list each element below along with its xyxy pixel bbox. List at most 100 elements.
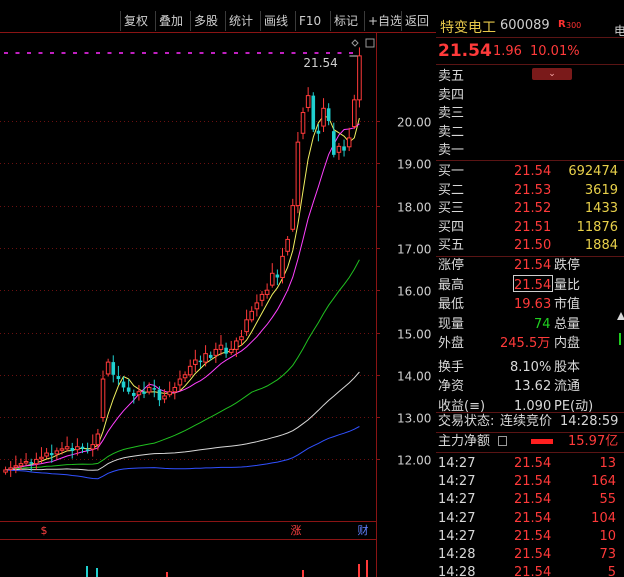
draw-line-button[interactable]: 画线 [260, 11, 291, 31]
candle-body [326, 108, 331, 121]
ask-row: 卖四 [436, 86, 624, 105]
back-button[interactable]: 返回 [401, 11, 432, 31]
f10-button[interactable]: F10 [295, 11, 324, 31]
volume-bar [86, 566, 88, 577]
signal-dot [15, 52, 20, 54]
overlay-button[interactable]: 叠加 [155, 11, 186, 31]
tick-volume: 73 [599, 547, 616, 562]
candle-body [177, 378, 183, 386]
signal-dot [27, 52, 31, 54]
candle-body [64, 446, 70, 450]
candle-body [13, 465, 19, 468]
candle-body [254, 302, 260, 310]
add-watchlist-button[interactable]: +自选 [364, 11, 405, 31]
stock-code: 600089 [500, 18, 550, 33]
stat-lt-label: 流通 [554, 379, 581, 394]
y-tick-label: 17.00 [397, 243, 431, 257]
candle-body [269, 272, 275, 286]
signal-dot [291, 52, 296, 54]
tick-price: 21.54 [514, 528, 552, 544]
signal-dot [268, 52, 273, 54]
bid-row: 买二 21.53 3619 [436, 181, 624, 200]
stat-dt-label: 跌停 [554, 258, 581, 273]
tick-row: 14:27 21.54 10 [436, 527, 624, 546]
mark-button[interactable]: 标记 [330, 11, 361, 31]
flow-bar [531, 439, 553, 444]
candle-body [3, 469, 8, 473]
candle-body [290, 205, 296, 230]
tick-row: 14:28 21.54 73 [436, 545, 624, 564]
volume-inner-edge [619, 333, 621, 345]
tick-time: 14:27 [438, 510, 476, 526]
ma-line [5, 259, 360, 471]
list-icon[interactable] [498, 436, 507, 446]
event-marker: 财 [358, 523, 369, 537]
signal-dot [119, 52, 123, 54]
tick-time: 14:27 [438, 456, 476, 471]
signal-dot [153, 52, 158, 54]
main-flow-value: 15.97亿 [568, 434, 619, 449]
fuquan-button[interactable]: 复权 [120, 11, 151, 31]
volume-bar [166, 572, 168, 577]
quote-panel: 特变电工 600089 R 300 电 21.54 1.96 10.01% ⌄ … [436, 0, 624, 577]
signal-dot [337, 52, 342, 54]
tick-price: 21.54 [514, 456, 552, 471]
candle-body [152, 388, 157, 390]
stock-name: 特变电工 [440, 20, 496, 36]
stat-row: 净资 13.62 流通 [436, 377, 624, 396]
y-tick-label: 20.00 [397, 116, 431, 130]
candle-body [23, 461, 29, 464]
ask-row: 卖五 [436, 67, 624, 86]
signal-dot [199, 52, 204, 54]
candle-body [85, 449, 90, 451]
tick-volume: 164 [591, 474, 616, 490]
ask-label: 卖五 [438, 69, 465, 84]
y-tick-label: 18.00 [397, 201, 431, 215]
diamond-icon [351, 39, 359, 47]
tick-volume: 13 [599, 456, 616, 471]
tick-time: 14:28 [438, 565, 476, 577]
ma-line [5, 115, 360, 471]
bid-row: 买一 21.54 692474 [436, 162, 624, 181]
statistics-button[interactable]: 统计 [225, 11, 256, 31]
stat-row: 涨停 21.54 跌停 [436, 256, 624, 275]
tick-row: 14:27 21.54 55 [436, 490, 624, 509]
bid-price: 21.53 [514, 182, 552, 198]
stat-row: 现量 74 总量 [436, 315, 624, 334]
stat-zg-label: 最高 [438, 277, 465, 293]
window-icon [365, 38, 375, 48]
candle-body [218, 344, 224, 350]
candle-body [234, 340, 239, 350]
signal-dot [234, 52, 238, 54]
candle-body [39, 456, 44, 460]
kline-chart[interactable]: 20.00 19.00 18.00 17.00 16.00 15.00 14.00 13.00… [0, 0, 436, 577]
stat-hs: 8.10% [510, 359, 552, 375]
ask-label: 卖一 [438, 143, 465, 158]
tick-volume: 5 [607, 565, 616, 577]
ask-label: 卖三 [438, 106, 465, 121]
candle-body [54, 450, 60, 455]
volume-bar [96, 568, 98, 577]
ask-label: 卖二 [438, 124, 465, 140]
multi-stock-button[interactable]: 多股 [190, 11, 221, 31]
candle-body [305, 95, 311, 108]
candle-body [331, 131, 336, 155]
triangle-icon [617, 312, 624, 320]
bid-row: 买五 21.50 1884 [436, 236, 624, 255]
stat-lb-label: 量比 [554, 277, 581, 293]
ask-row: 卖一 [436, 141, 624, 160]
tick-row: 14:27 21.54 164 [436, 472, 624, 491]
candle-body [239, 336, 244, 341]
candle-body [95, 433, 101, 446]
candle-body [116, 376, 121, 380]
tick-price: 21.54 [514, 565, 552, 577]
signal-dot [303, 52, 307, 54]
signal-dot [107, 52, 112, 54]
signal-dot [130, 52, 135, 54]
signal-dot [176, 52, 181, 54]
signal-dot [38, 52, 43, 54]
chart-toolbar: 复权 叠加 多股 统计 画线 F10 标记 +自选 返回 [0, 0, 436, 32]
candle-body [105, 361, 111, 375]
tick-time: 14:28 [438, 547, 476, 562]
bid-volume: 3619 [584, 182, 618, 198]
